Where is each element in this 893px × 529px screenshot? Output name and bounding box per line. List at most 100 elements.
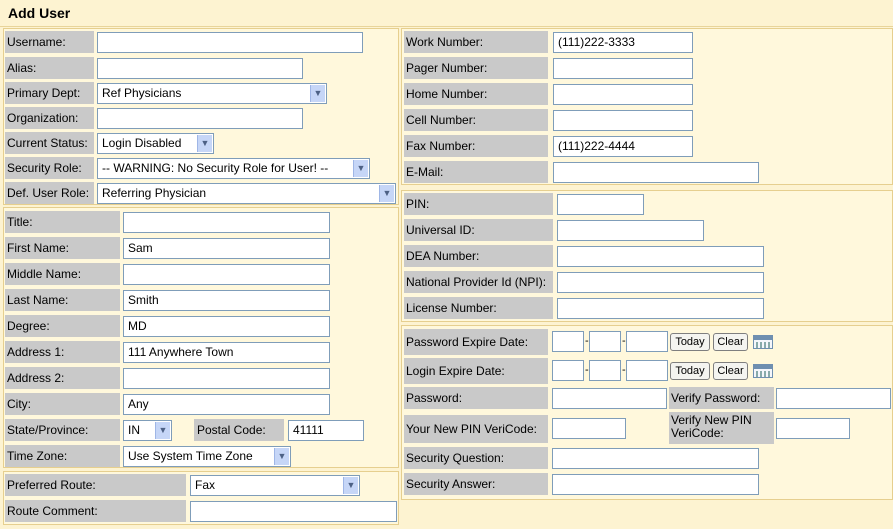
chevron-down-icon: ▼ — [155, 422, 170, 439]
home-number-input[interactable] — [553, 84, 693, 105]
universal-id-input[interactable] — [557, 220, 704, 241]
login-expire-label: Login Expire Date: — [404, 358, 548, 384]
login-expire-month[interactable] — [552, 360, 584, 381]
title-input[interactable] — [123, 212, 330, 233]
title-label: Title: — [5, 211, 120, 233]
verify-new-pin-vericode-label: Verify New PIN VeriCode: — [669, 412, 774, 444]
last-name-label: Last Name: — [5, 289, 120, 311]
security-answer-input[interactable] — [552, 474, 759, 495]
preferred-route-label: Preferred Route: — [5, 474, 186, 496]
organization-label: Organization: — [5, 107, 94, 129]
verify-new-pin-vericode-input[interactable] — [776, 418, 850, 439]
personal-panel: Title: First Name: Sam Middle Name: Last… — [3, 207, 399, 468]
login-expire-clear-button[interactable]: Clear — [713, 362, 748, 380]
password-input[interactable] — [552, 388, 667, 409]
npi-label: National Provider Id (NPI): — [404, 271, 553, 293]
alias-input[interactable] — [97, 58, 303, 79]
first-name-label: First Name: — [5, 237, 120, 259]
address2-label: Address 2: — [5, 367, 120, 389]
city-label: City: — [5, 393, 120, 415]
contact-panel: Work Number: (111)222-3333 Pager Number:… — [401, 28, 893, 185]
timezone-select[interactable]: Use System Time Zone ▼ — [123, 446, 291, 467]
email-input[interactable] — [553, 162, 759, 183]
middle-name-input[interactable] — [123, 264, 330, 285]
cell-number-label: Cell Number: — [404, 109, 548, 131]
verify-password-input[interactable] — [776, 388, 891, 409]
pager-number-label: Pager Number: — [404, 57, 548, 79]
address1-input[interactable]: 111 Anywhere Town — [123, 342, 330, 363]
state-select[interactable]: IN ▼ — [123, 420, 172, 441]
dea-number-input[interactable] — [557, 246, 764, 267]
login-expire-day[interactable] — [589, 360, 621, 381]
city-input[interactable]: Any — [123, 394, 330, 415]
universal-id-label: Universal ID: — [404, 219, 553, 241]
login-expire-year[interactable] — [626, 360, 668, 381]
security-role-select[interactable]: -- WARNING: No Security Role for User! -… — [97, 158, 370, 179]
current-status-label: Current Status: — [5, 132, 94, 154]
def-user-role-value: Referring Physician — [102, 186, 207, 200]
username-input[interactable] — [97, 32, 363, 53]
route-panel: Preferred Route: Fax ▼ Route Comment: — [3, 471, 399, 525]
chevron-down-icon: ▼ — [310, 85, 325, 102]
calendar-icon[interactable] — [753, 364, 773, 378]
password-expire-day[interactable] — [589, 331, 621, 352]
account-panel: Username: Alias: Primary Dept: Ref Physi… — [3, 28, 399, 205]
password-label: Password: — [404, 387, 548, 409]
password-expire-today-button[interactable]: Today — [670, 333, 710, 351]
def-user-role-label: Def. User Role: — [5, 182, 94, 204]
alias-label: Alias: — [5, 57, 94, 79]
pager-number-input[interactable] — [553, 58, 693, 79]
password-expire-year[interactable] — [626, 331, 668, 352]
last-name-input[interactable]: Smith — [123, 290, 330, 311]
chevron-down-icon: ▼ — [379, 185, 394, 202]
password-expire-label: Password Expire Date: — [404, 329, 548, 355]
pin-label: PIN: — [404, 193, 553, 215]
current-status-select[interactable]: Login Disabled ▼ — [97, 133, 214, 154]
title-bar: Add User — [0, 0, 893, 27]
route-comment-label: Route Comment: — [5, 500, 186, 522]
fax-number-input[interactable]: (111)222-4444 — [553, 136, 693, 157]
middle-name-label: Middle Name: — [5, 263, 120, 285]
calendar-icon[interactable] — [753, 335, 773, 349]
address2-input[interactable] — [123, 368, 330, 389]
security-answer-label: Security Answer: — [404, 473, 548, 495]
chevron-down-icon: ▼ — [343, 477, 358, 494]
preferred-route-select[interactable]: Fax ▼ — [190, 475, 360, 496]
chevron-down-icon: ▼ — [353, 160, 368, 177]
chevron-down-icon: ▼ — [274, 448, 289, 465]
license-number-input[interactable] — [557, 298, 764, 319]
organization-input[interactable] — [97, 108, 303, 129]
route-comment-input[interactable] — [190, 501, 397, 522]
degree-label: Degree: — [5, 315, 120, 337]
preferred-route-value: Fax — [195, 478, 216, 492]
first-name-input[interactable]: Sam — [123, 238, 330, 259]
password-expire-month[interactable] — [552, 331, 584, 352]
def-user-role-select[interactable]: Referring Physician ▼ — [97, 183, 396, 204]
security-role-value: -- WARNING: No Security Role for User! -… — [102, 161, 329, 175]
email-label: E-Mail: — [404, 161, 548, 183]
pin-input[interactable] — [557, 194, 644, 215]
primary-dept-select[interactable]: Ref Physicians ▼ — [97, 83, 327, 104]
security-question-label: Security Question: — [404, 447, 548, 469]
password-expire-clear-button[interactable]: Clear — [713, 333, 748, 351]
security-question-input[interactable] — [552, 448, 759, 469]
degree-input[interactable]: MD — [123, 316, 330, 337]
npi-input[interactable] — [557, 272, 764, 293]
page-title: Add User — [8, 5, 71, 21]
work-number-label: Work Number: — [404, 31, 548, 53]
verify-password-label: Verify Password: — [669, 387, 774, 409]
timezone-value: Use System Time Zone — [128, 449, 253, 463]
security-role-label: Security Role: — [5, 157, 94, 179]
login-expire-today-button[interactable]: Today — [670, 362, 710, 380]
new-pin-vericode-input[interactable] — [552, 418, 626, 439]
license-number-label: License Number: — [404, 297, 553, 319]
work-number-input[interactable]: (111)222-3333 — [553, 32, 693, 53]
cell-number-input[interactable] — [553, 110, 693, 131]
home-number-label: Home Number: — [404, 83, 548, 105]
new-pin-vericode-label: Your New PIN VeriCode: — [404, 415, 548, 443]
username-label: Username: — [5, 31, 94, 53]
dea-number-label: DEA Number: — [404, 245, 553, 267]
postal-code-input[interactable]: 41111 — [288, 420, 364, 441]
postal-code-label: Postal Code: — [194, 419, 284, 441]
ids-panel: PIN: Universal ID: DEA Number: National … — [401, 190, 893, 322]
